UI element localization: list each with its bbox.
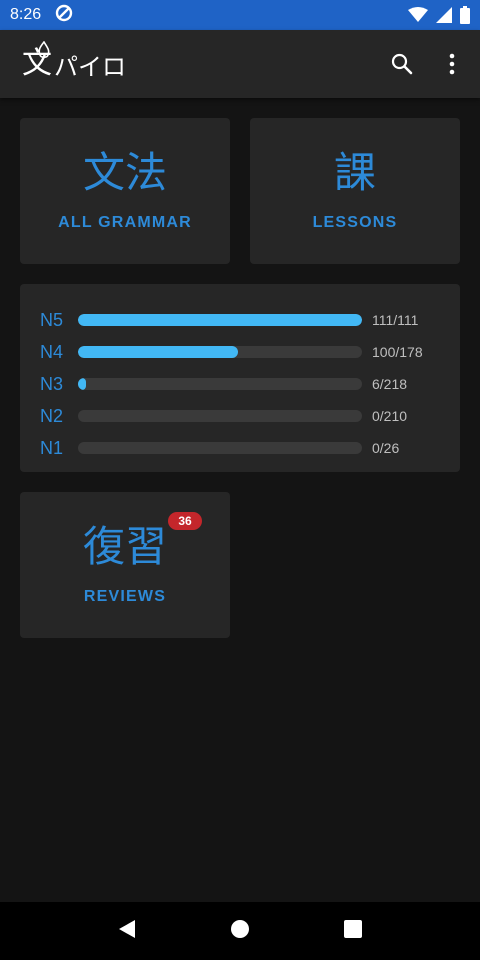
overflow-menu-button[interactable] bbox=[438, 50, 466, 78]
status-time: 8:26 bbox=[10, 6, 42, 23]
status-bar: 8:26 bbox=[0, 0, 480, 30]
level-count: 111/111 bbox=[372, 312, 419, 328]
more-vert-icon bbox=[449, 53, 455, 75]
system-nav-bar bbox=[0, 902, 480, 960]
lessons-caption: LESSONS bbox=[312, 214, 398, 231]
app-logo: 文 パイロ bbox=[22, 41, 126, 81]
progress-fill bbox=[78, 378, 86, 390]
level-count: 0/210 bbox=[372, 408, 408, 424]
home-button[interactable] bbox=[230, 919, 250, 943]
data-saver-icon bbox=[55, 4, 73, 27]
grammar-kanji: 文法 bbox=[82, 148, 167, 197]
flame-icon bbox=[38, 41, 50, 59]
level-progress-card: N5 111/111 N4 100/178 N3 6/218 N2 0/210 … bbox=[20, 284, 460, 472]
wifi-icon bbox=[408, 7, 428, 23]
progress-track bbox=[78, 410, 362, 422]
level-row-n4[interactable]: N4 100/178 bbox=[40, 336, 460, 368]
level-row-n5[interactable]: N5 111/111 bbox=[40, 304, 460, 336]
grammar-caption: ALL GRAMMAR bbox=[58, 214, 192, 231]
recents-icon bbox=[344, 920, 363, 938]
level-name: N2 bbox=[40, 405, 64, 426]
battery-icon bbox=[460, 6, 470, 24]
reviews-tile[interactable]: 復習 REVIEWS 36 bbox=[20, 492, 230, 638]
recents-button[interactable] bbox=[343, 919, 363, 943]
signal-icon bbox=[436, 7, 452, 23]
progress-fill bbox=[78, 314, 362, 326]
progress-fill bbox=[78, 346, 238, 358]
level-count: 6/218 bbox=[372, 376, 408, 392]
app-bar: 文 パイロ bbox=[0, 30, 480, 98]
level-row-n2[interactable]: N2 0/210 bbox=[40, 400, 460, 432]
back-button[interactable] bbox=[117, 919, 137, 943]
level-count: 100/178 bbox=[372, 344, 423, 360]
reviews-caption: REVIEWS bbox=[83, 588, 167, 605]
lessons-tile[interactable]: 課 LESSONS bbox=[250, 118, 460, 264]
logo-text: パイロ bbox=[54, 53, 126, 81]
all-grammar-tile[interactable]: 文法 ALL GRAMMAR bbox=[20, 118, 230, 264]
level-name: N4 bbox=[40, 341, 64, 362]
progress-track bbox=[78, 346, 362, 358]
lessons-kanji: 課 bbox=[333, 148, 376, 197]
progress-track bbox=[78, 442, 362, 454]
search-icon bbox=[391, 53, 413, 75]
reviews-count-badge: 36 bbox=[168, 512, 202, 530]
level-name: N1 bbox=[40, 437, 64, 458]
level-name: N3 bbox=[40, 373, 64, 394]
level-row-n3[interactable]: N3 6/218 bbox=[40, 368, 460, 400]
level-count: 0/26 bbox=[372, 440, 400, 456]
progress-track bbox=[78, 378, 362, 390]
logo-kanji: 文 bbox=[22, 41, 52, 79]
back-icon bbox=[118, 920, 135, 938]
search-button[interactable] bbox=[388, 50, 416, 78]
level-row-n1[interactable]: N1 0/26 bbox=[40, 432, 460, 464]
home-icon bbox=[230, 920, 249, 938]
reviews-kanji: 復習 bbox=[82, 522, 167, 571]
progress-track bbox=[78, 314, 362, 326]
level-name: N5 bbox=[40, 309, 64, 330]
